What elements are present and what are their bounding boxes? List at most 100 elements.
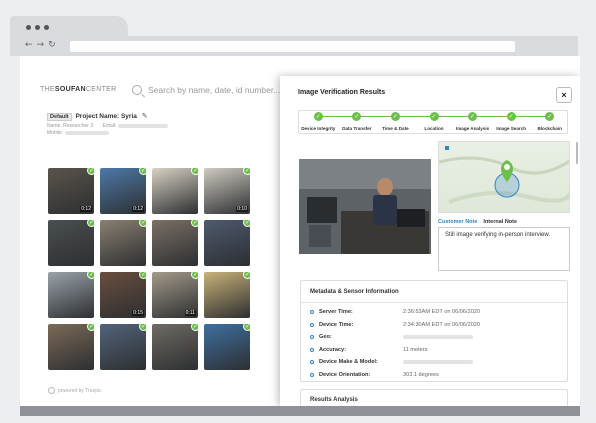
verification-steps: ✓ Device Integrity ✓ Data Transfer ✓ Time & D… [298, 110, 568, 134]
metadata-value: 303.1 degrees [403, 371, 439, 378]
metadata-row: Server Time: 2:36:53AM EDT on 06/06/2020 [310, 309, 480, 315]
step-check-icon: ✓ [429, 112, 439, 121]
bullet-icon [310, 322, 314, 327]
step-item[interactable]: ✓ Image Search [490, 111, 532, 131]
logo[interactable]: THESOUFANCENTER [40, 86, 116, 93]
verified-check-icon: ✓ [243, 324, 250, 331]
video-duration: 0:10 [236, 206, 248, 212]
verified-check-icon: ✓ [139, 272, 146, 279]
verified-check-icon: ✓ [243, 220, 250, 227]
thumbnail-item[interactable]: ✓ [152, 168, 198, 214]
thumbnail-item[interactable]: ✓ 0:11 [152, 272, 198, 318]
thumbnail-item[interactable]: ✓ [48, 220, 94, 266]
window-dot-icon[interactable] [44, 25, 49, 30]
blurred-value [403, 360, 473, 364]
tab-customer-note[interactable]: Customer Note [438, 219, 477, 225]
step-item[interactable]: ✓ Time & Date [374, 111, 416, 131]
close-button[interactable]: × [556, 87, 572, 103]
step-check-icon: ✓ [545, 112, 555, 121]
step-item[interactable]: ✓ Device Integrity [297, 111, 339, 131]
verified-check-icon: ✓ [87, 324, 94, 331]
browser-window: ←→↻ THESOUFANCENTER Search by name, date… [10, 16, 580, 416]
thumbnail-item[interactable]: ✓ [204, 272, 250, 318]
thumbnail-image [48, 324, 94, 370]
thumbnail-item[interactable]: ✓ [100, 324, 146, 370]
thumbnail-item[interactable]: ✓ [100, 220, 146, 266]
step-item[interactable]: ✓ Image Analysis [452, 111, 494, 131]
metadata-value: 2:34:30AM EDT on 06/06/2020 [403, 321, 481, 328]
step-check-icon: ✓ [506, 112, 516, 121]
verified-photo[interactable] [299, 159, 431, 254]
verification-modal: Image Verification Results × ✓ Device Int… [280, 76, 580, 406]
verified-check-icon: ✓ [191, 220, 198, 227]
project-badge: Default [47, 113, 72, 121]
thumbnail-item[interactable]: ✓ [204, 220, 250, 266]
bullet-icon [310, 310, 314, 314]
logo-prefix: THE [40, 86, 55, 93]
step-item[interactable]: ✓ Data Transfer [336, 111, 378, 131]
bullet-icon [310, 335, 314, 339]
thumbnail-item[interactable]: ✓ [48, 324, 94, 370]
step-item[interactable]: ✓ Location [413, 111, 455, 131]
search-input[interactable]: Search by name, date, id number... [148, 85, 280, 95]
mobile-label: Mobile: [47, 130, 64, 136]
location-map[interactable] [438, 141, 570, 213]
back-arrow-icon[interactable]: ← [25, 40, 37, 50]
step-label: Image Search [496, 126, 527, 131]
step-label: Blockchain [537, 126, 562, 131]
verified-check-icon: ✓ [87, 272, 94, 279]
metadata-label: Device Make & Model: [319, 359, 378, 365]
metadata-label: Server Time: [319, 309, 353, 315]
thumbnail-image [152, 168, 198, 214]
bullet-icon [310, 347, 314, 352]
verified-check-icon: ✓ [243, 272, 250, 279]
thumbnail-image [100, 220, 146, 266]
metadata-label: Accuracy: [319, 346, 347, 353]
map-scrollbar[interactable] [576, 142, 578, 164]
verified-check-icon: ✓ [191, 272, 198, 279]
step-item[interactable]: ✓ Blockchain [529, 111, 571, 131]
search-bar[interactable]: Search by name, date, id number... [132, 82, 292, 98]
metadata-label: Geo: [319, 334, 332, 340]
note-tabs: Customer Note Internal Note [438, 219, 517, 225]
thumbnail-item[interactable]: ✓ [48, 272, 94, 318]
logo-suffix: CENTER [85, 86, 117, 93]
thumbnail-image [48, 220, 94, 266]
verified-check-icon: ✓ [87, 168, 94, 175]
page-content: THESOUFANCENTER Search by name, date, id… [20, 56, 580, 406]
tab-internal-note[interactable]: Internal Note [483, 219, 517, 225]
thumbnail-image [204, 324, 250, 370]
reload-icon[interactable]: ↻ [48, 40, 60, 50]
thumbnail-item[interactable]: ✓ 0:15 [100, 272, 146, 318]
powered-by: powered by Truepic [48, 387, 102, 394]
results-card: Results Analysis [300, 389, 568, 406]
browser-tab[interactable] [10, 16, 128, 36]
window-dot-icon[interactable] [26, 25, 31, 30]
thumbnail-item[interactable]: ✓ [152, 220, 198, 266]
verified-check-icon: ✓ [191, 168, 198, 175]
metadata-label: Device Orientation: [319, 371, 371, 378]
note-textarea[interactable]: Still image verifying in-person intervie… [438, 227, 570, 271]
metadata-label: Device Time: [319, 321, 354, 328]
thumbnail-item[interactable]: ✓ 0:12 [100, 168, 146, 214]
results-title: Results Analysis [310, 397, 358, 403]
thumbnail-image [100, 324, 146, 370]
window-dot-icon[interactable] [35, 25, 40, 30]
step-label: Device Integrity [301, 126, 336, 131]
verified-check-icon: ✓ [139, 324, 146, 331]
step-check-icon: ✓ [352, 112, 362, 121]
thumbnail-item[interactable]: ✓ 0:10 [204, 168, 250, 214]
forward-arrow-icon[interactable]: → [37, 40, 49, 50]
metadata-row: Accuracy: 11 meters [310, 347, 427, 353]
url-bar[interactable] [70, 41, 515, 52]
thumbnail-item[interactable]: ✓ [152, 324, 198, 370]
metadata-row: Device Orientation: 303.1 degrees [310, 372, 439, 378]
edit-pencil-icon[interactable]: ✎ [142, 113, 148, 120]
thumbnail-image [152, 220, 198, 266]
step-label: Image Analysis [455, 126, 490, 131]
thumbnail-image [204, 272, 250, 318]
video-duration: 0:12 [132, 206, 144, 212]
thumbnail-item[interactable]: ✓ [204, 324, 250, 370]
step-label: Time & Date [382, 126, 409, 131]
thumbnail-item[interactable]: ✓ 0:12 [48, 168, 94, 214]
